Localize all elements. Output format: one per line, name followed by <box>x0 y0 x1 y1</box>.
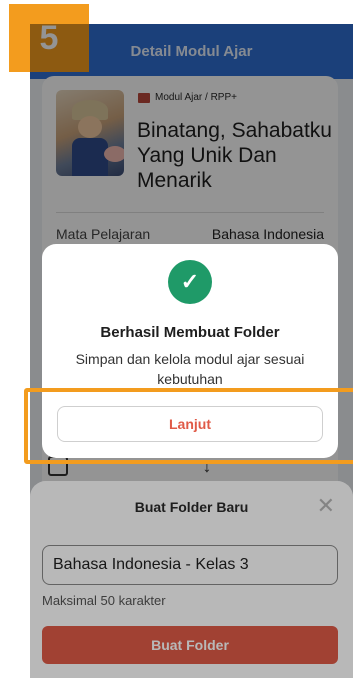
sheet-dim-overlay <box>30 481 353 678</box>
check-icon: ✓ <box>168 260 212 304</box>
tutorial-highlight-frame <box>24 388 353 464</box>
dialog-title: Berhasil Membuat Folder <box>100 324 280 341</box>
dialog-message: Simpan dan kelola modul ajar sesuai kebu… <box>75 351 305 387</box>
